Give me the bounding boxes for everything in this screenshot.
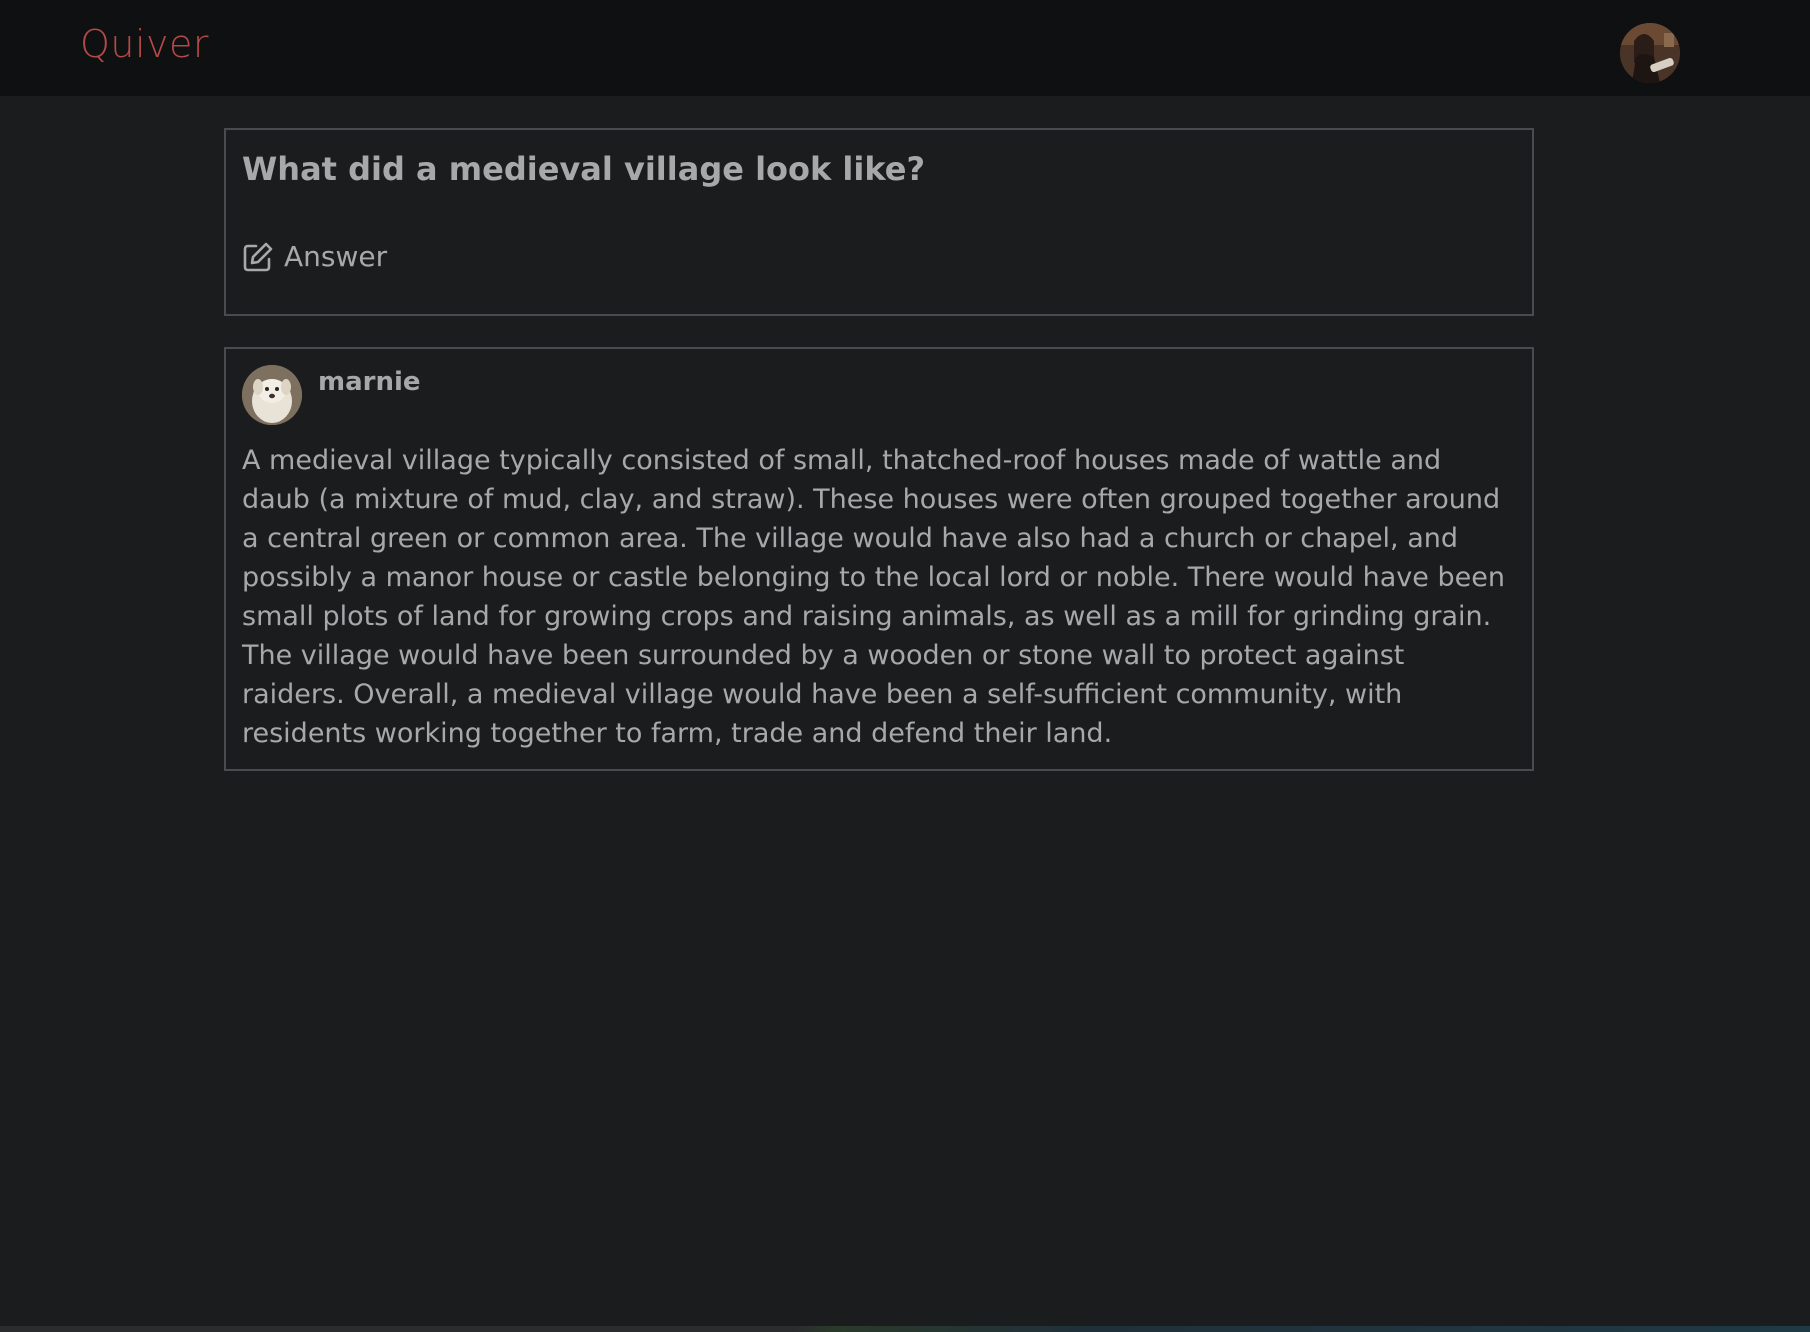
answer-card: marnie A medieval village typically cons… [224, 347, 1534, 771]
question-card: What did a medieval village look like? A… [224, 128, 1534, 316]
user-photo-icon [1620, 23, 1680, 83]
brand-logo[interactable]: Quiver [80, 22, 209, 66]
user-avatar[interactable] [1620, 23, 1680, 83]
answer-text: A medieval village typically consisted o… [242, 445, 1505, 749]
top-navbar: Quiver [0, 0, 1810, 96]
author-avatar[interactable] [242, 365, 302, 425]
answer-button[interactable]: Answer [242, 240, 387, 273]
answer-button-label: Answer [284, 240, 388, 273]
edit-icon [243, 242, 273, 271]
question-title[interactable]: What did a medieval village look like? [242, 150, 925, 188]
bottom-divider [0, 1326, 1810, 1332]
dog-avatar-icon [242, 365, 302, 425]
author-name[interactable]: marnie [318, 367, 421, 397]
